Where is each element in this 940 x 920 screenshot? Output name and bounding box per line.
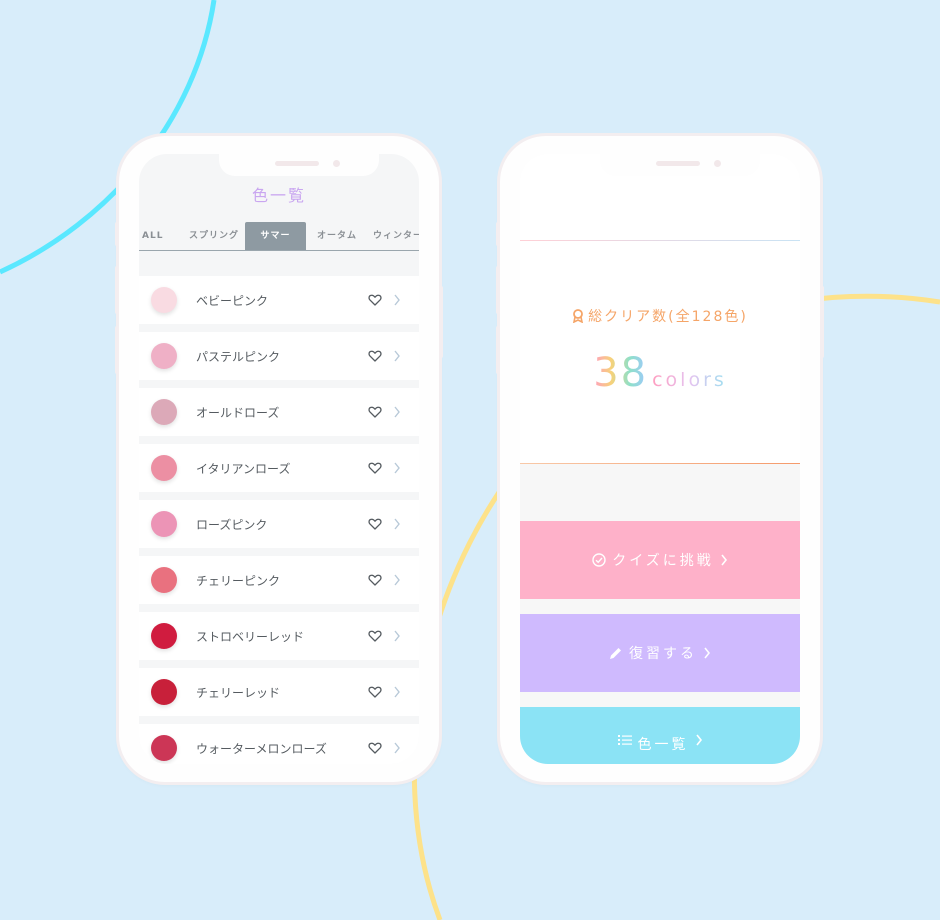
heart-outline-icon[interactable] [368, 629, 382, 643]
heart-outline-icon[interactable] [368, 461, 382, 475]
tab-autumn[interactable]: オータム [317, 222, 357, 250]
color-swatch [151, 623, 177, 649]
pencil-icon [610, 648, 621, 659]
phone-left: 色一覧 ALL スプリング サマー オータム ウィンター ベビーピンク パステルピ… [115, 136, 443, 782]
color-swatch [151, 399, 177, 425]
heart-outline-icon[interactable] [368, 573, 382, 587]
heart-outline-icon[interactable] [368, 685, 382, 699]
divider [520, 240, 800, 241]
tab-spring[interactable]: スプリング [189, 222, 239, 250]
color-list-button-label: 色一覧 [637, 737, 689, 753]
total-clear-label: 総クリア数(全128色) [520, 306, 800, 326]
phone-side-button [115, 266, 119, 314]
phone-side-button [496, 266, 500, 314]
color-name: ストロベリーレッド [196, 630, 305, 644]
home-screen: 総クリア数(全128色) 38 colors クイズに挑戦 復習する 色一覧 [520, 154, 800, 764]
list-icon [617, 735, 632, 745]
phone-side-button [439, 286, 443, 358]
chevron-right-icon [704, 647, 711, 659]
color-name: ベビーピンク [196, 294, 269, 308]
color-name: チェリーピンク [196, 574, 281, 588]
tab-winter[interactable]: ウィンター [373, 222, 419, 250]
chevron-right-icon [394, 462, 400, 474]
color-name: パステルピンク [196, 350, 281, 364]
color-list-button[interactable]: 色一覧 [520, 707, 800, 764]
season-tabs: ALL スプリング サマー オータム ウィンター [139, 222, 419, 251]
spacer [520, 692, 800, 707]
color-list-item[interactable]: イタリアンローズ [139, 444, 419, 492]
phone-side-button [496, 326, 500, 374]
clear-count-number: 38 [593, 350, 649, 396]
chevron-right-icon [394, 686, 400, 698]
phone-side-button [820, 286, 824, 358]
color-swatch [151, 343, 177, 369]
color-list-item[interactable]: チェリーレッド [139, 668, 419, 716]
heart-outline-icon[interactable] [368, 517, 382, 531]
tab-summer[interactable]: サマー [245, 222, 306, 250]
phone-notch [600, 154, 760, 176]
color-list-item[interactable]: チェリーピンク [139, 556, 419, 604]
speaker [275, 161, 319, 166]
color-swatch [151, 287, 177, 313]
page-title: 色一覧 [251, 186, 306, 205]
heart-outline-icon[interactable] [368, 405, 382, 419]
color-swatch [151, 511, 177, 537]
color-name: ウォーターメロンローズ [196, 742, 327, 756]
phone-side-button [115, 326, 119, 374]
quiz-button[interactable]: クイズに挑戦 [520, 521, 800, 599]
speaker [656, 161, 700, 166]
clear-count-unit: colors [652, 369, 727, 391]
chevron-right-icon [394, 350, 400, 362]
total-clear-text: 総クリア数(全128色) [588, 309, 748, 325]
phone-side-button [496, 222, 500, 246]
chevron-right-icon [394, 518, 400, 530]
color-list: ベビーピンク パステルピンク オールドローズ イタリアンローズ ローズピンク チェリーピン… [139, 276, 419, 764]
phone-right: 総クリア数(全128色) 38 colors クイズに挑戦 復習する 色一覧 [496, 136, 824, 782]
color-list-item[interactable]: ストロベリーレッド [139, 612, 419, 660]
phone-notch [219, 154, 379, 176]
color-name: チェリーレッド [196, 686, 281, 700]
color-list-item[interactable]: ローズピンク [139, 500, 419, 548]
chevron-right-icon [721, 554, 727, 566]
spacer [520, 599, 800, 614]
review-button-label: 復習する [629, 646, 697, 662]
camera [714, 160, 721, 167]
camera [333, 160, 340, 167]
chevron-right-icon [394, 574, 400, 586]
color-list-item[interactable]: オールドローズ [139, 388, 419, 436]
ribbon-icon [573, 309, 584, 323]
chevron-right-icon [695, 734, 702, 746]
heart-outline-icon[interactable] [368, 349, 382, 363]
color-list-item[interactable]: ベビーピンク [139, 276, 419, 324]
chevron-right-icon [394, 630, 400, 642]
color-swatch [151, 679, 177, 705]
color-name: イタリアンローズ [196, 462, 291, 476]
color-name: ローズピンク [196, 518, 268, 532]
clear-count: 38 colors [520, 350, 800, 396]
color-list-item[interactable]: ウォーターメロンローズ [139, 724, 419, 764]
quiz-button-label: クイズに挑戦 [612, 553, 714, 569]
heart-outline-icon[interactable] [368, 293, 382, 307]
phone-side-button [115, 222, 119, 246]
color-swatch [151, 735, 177, 761]
spacer [520, 464, 800, 521]
tab-all[interactable]: ALL [142, 222, 163, 250]
color-swatch [151, 455, 177, 481]
check-circle-icon [592, 553, 606, 567]
chevron-right-icon [394, 742, 400, 754]
heart-outline-icon[interactable] [368, 741, 382, 755]
chevron-right-icon [394, 406, 400, 418]
chevron-right-icon [394, 294, 400, 306]
color-name: オールドローズ [196, 406, 280, 420]
review-button[interactable]: 復習する [520, 614, 800, 692]
color-swatch [151, 567, 177, 593]
color-list-item[interactable]: パステルピンク [139, 332, 419, 380]
color-list-screen: 色一覧 ALL スプリング サマー オータム ウィンター ベビーピンク パステルピ… [139, 154, 419, 764]
